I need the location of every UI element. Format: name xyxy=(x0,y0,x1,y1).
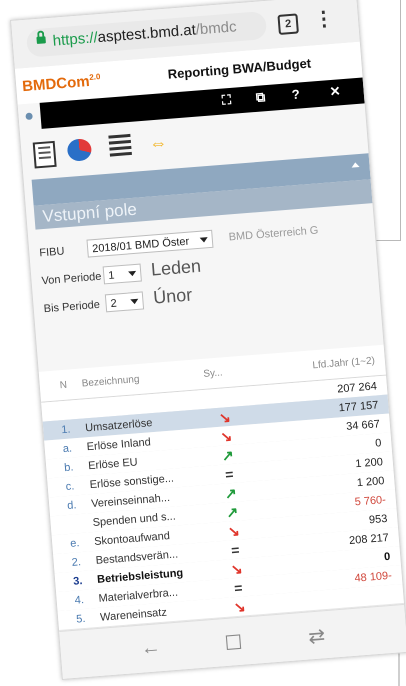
fibu-select-value: 2018/01 BMD Öster xyxy=(91,235,190,256)
left-strip xyxy=(17,102,42,131)
bis-periode-select[interactable]: 2 xyxy=(104,291,145,313)
chevron-up-icon[interactable] xyxy=(351,162,360,168)
trend-icon xyxy=(213,390,233,392)
document-icon[interactable] xyxy=(32,140,57,169)
expand-icon[interactable]: ⛶ xyxy=(221,92,231,109)
chevron-down-icon xyxy=(128,270,137,277)
row-number: 5. xyxy=(75,612,86,626)
trend-equal-icon: = xyxy=(230,541,240,559)
row-value: 48 109- xyxy=(354,569,393,585)
von-periode-select[interactable]: 1 xyxy=(102,263,142,285)
recent-apps-icon[interactable]: ⇄ xyxy=(307,623,326,649)
row-number xyxy=(68,517,88,519)
bis-periode-value: 2 xyxy=(110,297,118,310)
swap-arrows-icon[interactable]: ⇔ xyxy=(148,132,168,154)
trend-up-icon: ↗ xyxy=(225,503,239,521)
row-number: a. xyxy=(62,442,73,456)
row-value: 0 xyxy=(383,550,391,564)
url-scheme: https:// xyxy=(52,29,99,50)
pie-chart-icon[interactable] xyxy=(66,138,93,162)
logo-version: 2.0 xyxy=(88,72,101,82)
fibu-select[interactable]: 2018/01 BMD Öster xyxy=(86,229,214,258)
trend-equal-icon: = xyxy=(233,579,243,597)
row-number: e. xyxy=(69,537,80,550)
row-value: 0 xyxy=(374,437,382,450)
status-dot-icon xyxy=(25,112,33,121)
row-value: 1 200 xyxy=(354,456,384,471)
row-number: 3. xyxy=(72,575,83,588)
column-header-name[interactable]: Bezeichnung xyxy=(81,374,140,390)
trend-equal-icon: = xyxy=(224,465,235,483)
trend-up-icon: ↗ xyxy=(221,446,235,464)
trend-down-icon: ↘ xyxy=(219,427,233,445)
row-value: 5 760- xyxy=(354,494,387,509)
fibu-label: FIBU xyxy=(38,245,65,260)
chevron-down-icon xyxy=(130,298,139,305)
row-value: 953 xyxy=(368,512,388,527)
column-header-value[interactable]: Lfd.Jahr (1~2) xyxy=(312,355,375,371)
row-number: 4. xyxy=(74,594,85,607)
company-name: BMD Österreich G xyxy=(228,224,319,244)
row-value: 1 200 xyxy=(356,475,385,490)
copy-icon[interactable]: ⧉ xyxy=(255,89,266,106)
bmd-logo: BMDCom2.0 xyxy=(22,72,102,95)
trend-down-icon: ↘ xyxy=(230,560,244,578)
trend-down-icon: ↘ xyxy=(227,522,241,540)
column-header-n[interactable]: N xyxy=(59,380,67,392)
trend-down-icon: ↘ xyxy=(218,408,232,426)
row-value: 177 157 xyxy=(338,399,379,415)
row-number: 2. xyxy=(71,556,82,569)
back-icon[interactable]: ← xyxy=(140,636,162,660)
row-number: d. xyxy=(66,499,77,512)
bis-periode-label: Bis Periode xyxy=(43,298,101,316)
url-path: /bmdc xyxy=(195,18,238,39)
trend-up-icon: ↗ xyxy=(224,484,238,502)
section-title: Vstupní pole xyxy=(41,199,138,227)
row-value: 208 217 xyxy=(348,531,390,547)
help-icon[interactable]: ? xyxy=(291,87,300,103)
report-title: Reporting BWA/Budget xyxy=(167,55,312,82)
logo-text: BMDCom xyxy=(21,72,91,96)
lock-icon xyxy=(36,36,46,44)
background-frame-line xyxy=(400,0,401,240)
row-number xyxy=(59,404,79,406)
url-text: https://asptest.bmd.at/bmdc xyxy=(52,13,238,55)
row-number: c. xyxy=(65,480,75,494)
home-icon[interactable]: ☐ xyxy=(224,630,244,656)
row-number: b. xyxy=(63,461,74,475)
von-periode-value: 1 xyxy=(107,269,115,283)
url-host: asptest.bmd.at xyxy=(97,21,197,47)
row-number: 1. xyxy=(60,423,71,437)
column-header-sy[interactable]: Sy... xyxy=(203,367,223,379)
kebab-icon[interactable]: ⋮ xyxy=(313,6,335,32)
row-value: 207 264 xyxy=(336,380,378,396)
close-icon[interactable]: ✕ xyxy=(329,83,341,100)
bis-periode-name: Únor xyxy=(152,284,193,308)
trend-down-icon: ↘ xyxy=(233,598,247,616)
table-icon[interactable] xyxy=(108,133,132,160)
phone-screen: https://asptest.bmd.at/bmdc 2 ⋮ BMDCom2.… xyxy=(10,0,406,680)
report-table: N Bezeichnung Sy... Lfd.Jahr (1~2) 207 2… xyxy=(38,344,405,632)
tab-count-button[interactable]: 2 xyxy=(277,13,299,35)
table-body: 207 264 1. Umsatzerlöse ↘ 177 157 a. Erlöse In… xyxy=(41,375,405,632)
chevron-down-icon xyxy=(199,237,209,243)
von-periode-name: Leden xyxy=(150,255,202,280)
von-periode-label: Von Periode xyxy=(41,270,102,288)
row-value: 34 667 xyxy=(345,418,381,433)
